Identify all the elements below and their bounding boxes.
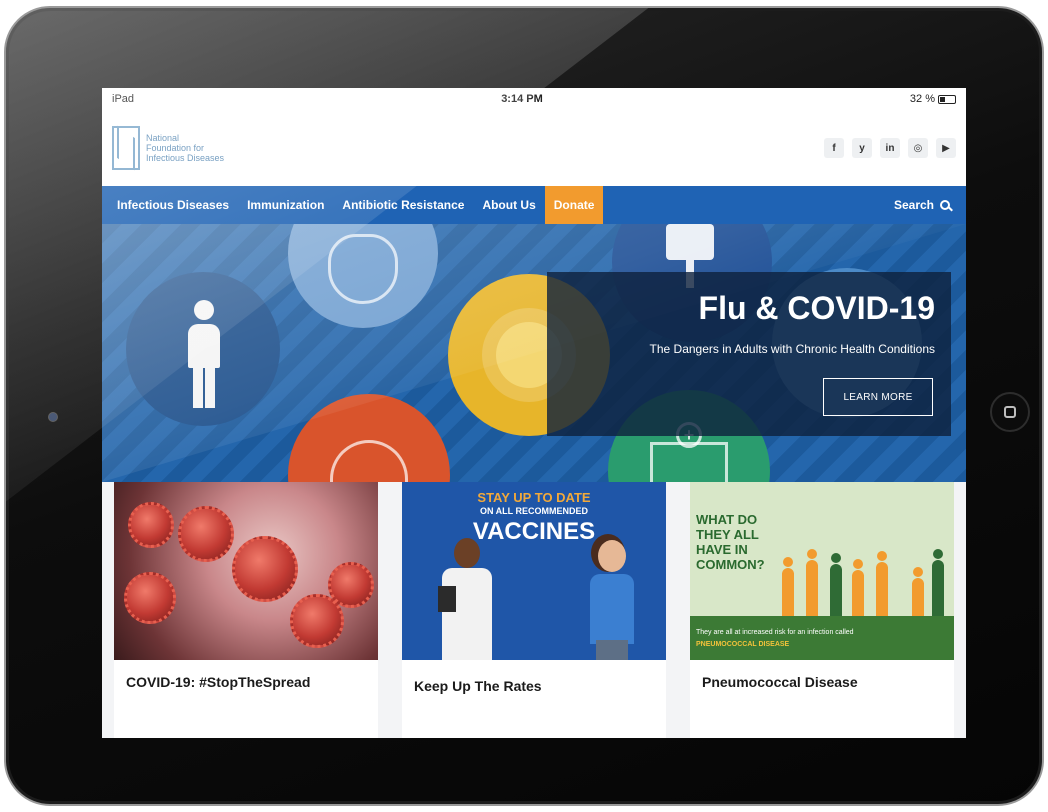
clipboard-icon	[438, 586, 456, 612]
card-vaccines[interactable]: STAY UP TO DATE ON ALL RECOMMENDED VACCI…	[402, 482, 666, 738]
screen: iPad 3:14 PM 32 % National Foundation fo…	[102, 88, 966, 738]
hero-subtitle: The Dangers in Adults with Chronic Healt…	[649, 342, 935, 356]
doctor-figure-head	[454, 538, 480, 568]
site-logo[interactable]: National Foundation for Infectious Disea…	[112, 126, 226, 170]
linkedin-icon[interactable]: in	[880, 138, 900, 158]
battery-indicator: 32 %	[910, 93, 956, 105]
donate-button[interactable]: Donate	[544, 186, 604, 224]
card-title: Keep Up The Rates	[414, 678, 542, 694]
nav-item-antibiotic-resistance[interactable]: Antibiotic Resistance	[333, 186, 473, 224]
search-label: Search	[893, 198, 934, 212]
person-figure	[876, 551, 888, 616]
pneumo-question: WHAT DO THEY ALL HAVE IN COMMON?	[696, 512, 765, 572]
nav-item-infectious-diseases[interactable]: Infectious Diseases	[108, 186, 238, 224]
pneumococcal-image: WHAT DO THEY ALL HAVE IN COMMON? They ar…	[690, 482, 954, 660]
vaccine-image-line1: STAY UP TO DATE	[477, 490, 591, 505]
woman-figure-head	[598, 540, 626, 572]
person-figure	[932, 549, 944, 616]
virus-particle-icon	[328, 562, 374, 608]
pneumo-caption-highlight: PNEUMOCOCCAL DISEASE	[696, 641, 790, 648]
home-button[interactable]	[990, 392, 1030, 432]
virus-particle-icon	[128, 502, 174, 548]
virus-particle-icon	[178, 506, 234, 562]
twitter-icon[interactable]: y	[852, 138, 872, 158]
carrier-label: iPad	[112, 93, 135, 105]
site-header: National Foundation for Infectious Disea…	[102, 110, 966, 186]
nav-item-immunization[interactable]: Immunization	[238, 186, 333, 224]
person-figure	[830, 553, 842, 616]
covid-image	[114, 482, 378, 660]
vaccines-image: STAY UP TO DATE ON ALL RECOMMENDED VACCI…	[402, 482, 666, 660]
status-bar: iPad 3:14 PM 32 %	[102, 88, 966, 110]
pneumo-caption-bar	[690, 616, 954, 660]
learn-more-button[interactable]: LEARN MORE	[823, 378, 933, 416]
battery-icon	[938, 94, 956, 104]
card-title: COVID-19: #StopTheSpread	[126, 674, 311, 690]
hero-title: Flu & COVID-19	[698, 290, 935, 326]
facebook-icon[interactable]: f	[824, 138, 844, 158]
search-icon	[940, 200, 950, 210]
doctor-figure-coat	[442, 568, 492, 660]
youtube-icon[interactable]: ▶	[936, 138, 956, 158]
pneumo-caption: They are all at increased risk for an in…	[696, 629, 854, 636]
instagram-icon[interactable]: ◎	[908, 138, 928, 158]
card-title: Pneumococcal Disease	[702, 674, 858, 690]
hero-panel: Flu & COVID-19 The Dangers in Adults wit…	[547, 272, 951, 436]
person-figure	[852, 559, 864, 616]
woman-figure-legs	[596, 640, 628, 660]
hero-banner: + Flu & COVID-19 The Dangers in Adults w…	[102, 224, 966, 482]
hospital-icon	[650, 442, 728, 482]
feature-cards: COVID-19: #StopTheSpread STAY UP TO DATE…	[102, 482, 966, 738]
vaccine-image-line2: ON ALL RECOMMENDED	[480, 506, 588, 516]
camera-icon	[48, 412, 58, 422]
nav-item-about-us[interactable]: About Us	[473, 186, 544, 224]
logo-text: National Foundation for Infectious Disea…	[146, 133, 225, 163]
person-figure	[806, 549, 818, 616]
battery-label: 32 %	[909, 93, 935, 105]
person-figure	[912, 567, 924, 616]
card-pneumococcal[interactable]: WHAT DO THEY ALL HAVE IN COMMON? They ar…	[690, 482, 954, 738]
woman-figure-body	[590, 574, 634, 644]
ipad-device: iPad 3:14 PM 32 % National Foundation fo…	[4, 6, 1044, 806]
virus-particle-icon	[124, 572, 176, 624]
person-figure	[782, 557, 794, 616]
social-links: f y in ◎ ▶	[824, 138, 956, 158]
vaccine-image-line3: VACCINES	[472, 518, 596, 545]
home-square-icon	[1004, 406, 1016, 418]
virus-particle-icon	[232, 536, 298, 602]
logo-mark-icon	[112, 126, 140, 170]
main-nav: Infectious Diseases Immunization Antibio…	[102, 186, 966, 224]
clock: 3:14 PM	[501, 93, 543, 105]
card-covid[interactable]: COVID-19: #StopTheSpread	[114, 482, 378, 738]
search-button[interactable]: Search	[894, 186, 950, 224]
